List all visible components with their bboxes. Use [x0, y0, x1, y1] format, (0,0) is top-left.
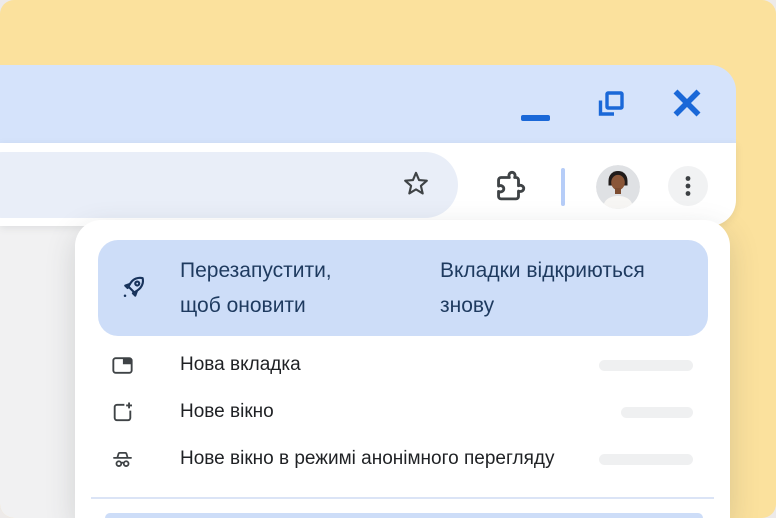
menu-item-relaunch-to-update[interactable]: Перезапустити, щоб оновити Вкладки відкр… [98, 240, 708, 336]
star-icon [399, 168, 433, 202]
puzzle-icon [490, 168, 528, 206]
avatar [596, 165, 640, 209]
rocket-launch-icon [119, 272, 149, 302]
new-tab-icon [110, 353, 135, 378]
bookmark-star-button[interactable] [398, 167, 434, 203]
menu-item-partial-highlight[interactable] [105, 513, 703, 518]
three-dot-menu-icon [675, 173, 701, 199]
relaunch-description-line1: Вкладки відкриються [440, 253, 645, 288]
incognito-icon [110, 447, 135, 472]
extensions-button[interactable] [489, 167, 529, 207]
toolbar-divider [561, 168, 565, 206]
chrome-menu: Перезапустити, щоб оновити Вкладки відкр… [75, 220, 730, 518]
profile-avatar-button[interactable] [596, 165, 640, 209]
shortcut-placeholder [599, 360, 693, 371]
restore-button[interactable] [590, 83, 632, 125]
browser-window [0, 65, 736, 226]
menu-item-label: Нове вікно [180, 401, 274, 423]
shortcut-placeholder [621, 407, 693, 418]
browser-toolbar [0, 143, 736, 226]
relaunch-label-line1: Перезапустити, [180, 253, 332, 288]
promo-card: Перезапустити, щоб оновити Вкладки відкр… [0, 0, 776, 518]
more-menu-button[interactable] [668, 166, 708, 206]
restore-icon [597, 90, 625, 118]
close-button[interactable] [664, 81, 710, 125]
minimize-icon [521, 115, 550, 121]
menu-item-label: Нове вікно в режимі анонімного перегляду [180, 448, 554, 470]
relaunch-description-line2: знову [440, 288, 645, 323]
relaunch-description: Вкладки відкриються знову [440, 253, 645, 323]
close-icon [671, 87, 703, 119]
new-window-icon [110, 400, 135, 425]
menu-item-label: Нова вкладка [180, 354, 301, 376]
address-bar[interactable] [0, 152, 458, 218]
minimize-button[interactable] [513, 101, 557, 135]
menu-divider [91, 497, 714, 499]
menu-item-new-tab[interactable]: Нова вкладка [75, 342, 730, 389]
shortcut-placeholder [599, 454, 693, 465]
window-titlebar [0, 65, 736, 143]
menu-item-new-window[interactable]: Нове вікно [75, 389, 730, 436]
relaunch-label-line2: щоб оновити [180, 288, 332, 323]
relaunch-label: Перезапустити, щоб оновити [180, 253, 332, 323]
menu-item-new-incognito-window[interactable]: Нове вікно в режимі анонімного перегляду [75, 436, 730, 483]
